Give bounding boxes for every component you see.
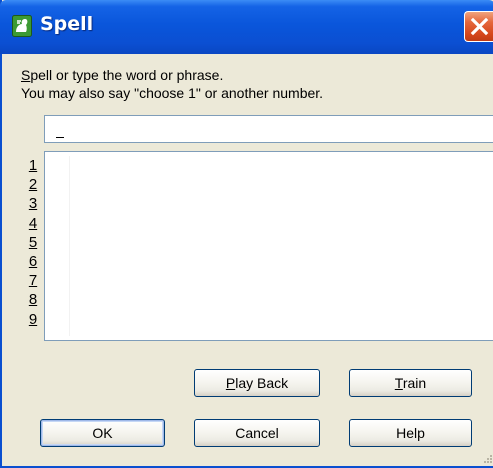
size-grip-icon[interactable] (479, 452, 493, 466)
instruction-hotkey: S (21, 67, 31, 83)
choice-number-8[interactable]: 8 (25, 290, 41, 309)
cancel-button[interactable]: Cancel (194, 419, 320, 447)
choice-number-1[interactable]: 1 (25, 156, 41, 175)
choice-number-7[interactable]: 7 (25, 271, 41, 290)
instruction-line-2: You may also say "choose 1" or another n… (21, 85, 324, 101)
close-button[interactable] (464, 11, 493, 42)
play-back-button[interactable]: Play Back (194, 369, 320, 397)
train-button[interactable]: Train (349, 369, 472, 397)
choice-number-3[interactable]: 3 (25, 194, 41, 213)
speech-app-icon (12, 15, 32, 37)
title-bar[interactable]: Spell (0, 0, 493, 54)
play-back-label: lay Back (235, 375, 289, 391)
list-divider (69, 156, 70, 336)
instructions: Spell or type the word or phrase. You ma… (21, 66, 323, 102)
choice-number-4[interactable]: 4 (25, 214, 41, 233)
choices-list[interactable] (44, 151, 493, 341)
choice-number-2[interactable]: 2 (25, 175, 41, 194)
choice-number-5[interactable]: 5 (25, 233, 41, 252)
spell-dialog: Spell Spell or type the word or phrase. … (0, 0, 493, 468)
text-caret (56, 137, 64, 138)
choice-number-6[interactable]: 6 (25, 252, 41, 271)
close-icon (470, 17, 489, 36)
ok-button[interactable]: OK (40, 419, 165, 447)
window-title: Spell (40, 13, 94, 35)
train-hotkey: T (394, 375, 403, 391)
play-back-hotkey: P (225, 375, 236, 391)
train-label: rain (402, 375, 427, 391)
help-button[interactable]: Help (349, 419, 472, 447)
spell-input[interactable] (44, 115, 493, 143)
instruction-line-1: Spell or type the word or phrase. (21, 66, 323, 84)
instruction-line-1-text: pell or type the word or phrase. (30, 67, 224, 83)
choice-numbers: 1 2 3 4 5 6 7 8 9 (25, 156, 41, 329)
choice-number-9[interactable]: 9 (25, 310, 41, 329)
